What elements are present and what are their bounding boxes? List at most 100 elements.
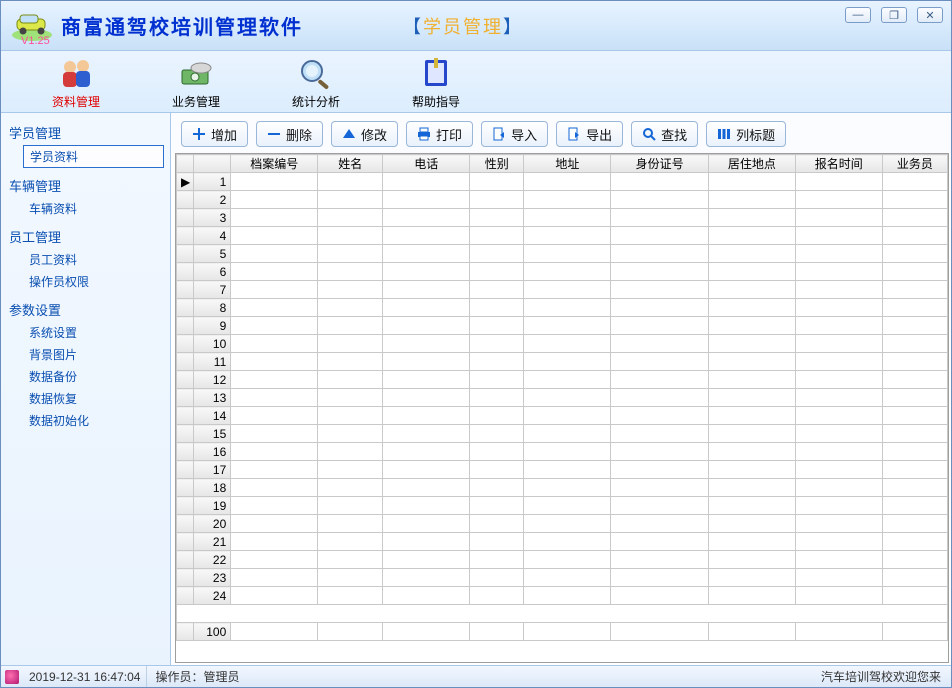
grid-cell[interactable]: [795, 443, 882, 461]
sidebar-item-3-1[interactable]: 背景图片: [23, 344, 164, 365]
grid-cell[interactable]: [470, 191, 524, 209]
grid-cell[interactable]: [318, 371, 383, 389]
grid-cell[interactable]: [470, 227, 524, 245]
grid-cell[interactable]: [611, 533, 709, 551]
grid-col-3[interactable]: 性别: [470, 155, 524, 173]
grid-cell[interactable]: [708, 479, 795, 497]
grid-cell[interactable]: [318, 461, 383, 479]
grid-cell[interactable]: [318, 551, 383, 569]
grid-cell[interactable]: [708, 461, 795, 479]
grid-cell[interactable]: [318, 281, 383, 299]
table-row[interactable]: 18: [177, 479, 948, 497]
grid-cell[interactable]: [882, 443, 947, 461]
grid-col-7[interactable]: 报名时间: [795, 155, 882, 173]
grid-cell[interactable]: [318, 209, 383, 227]
table-row[interactable]: 19: [177, 497, 948, 515]
grid-cell[interactable]: [882, 551, 947, 569]
grid-cell[interactable]: [708, 353, 795, 371]
grid-cell[interactable]: [524, 227, 611, 245]
grid-cell[interactable]: [231, 623, 318, 641]
grid-cell[interactable]: [708, 425, 795, 443]
grid-cell[interactable]: [795, 317, 882, 335]
grid-cell[interactable]: [882, 623, 947, 641]
grid-cell[interactable]: [795, 479, 882, 497]
grid-cell[interactable]: [795, 587, 882, 605]
grid-cell[interactable]: [882, 425, 947, 443]
grid-cell[interactable]: [231, 407, 318, 425]
grid-cell[interactable]: [795, 461, 882, 479]
grid-cell[interactable]: [611, 353, 709, 371]
grid-cell[interactable]: [470, 335, 524, 353]
grid-cell[interactable]: [470, 623, 524, 641]
grid-cell[interactable]: [795, 515, 882, 533]
grid-cell[interactable]: [524, 209, 611, 227]
grid-cell[interactable]: [795, 371, 882, 389]
grid-cell[interactable]: [383, 335, 470, 353]
grid-cell[interactable]: [611, 263, 709, 281]
grid-cell[interactable]: [795, 533, 882, 551]
grid-cell[interactable]: [882, 569, 947, 587]
grid-cell[interactable]: [470, 281, 524, 299]
grid-cell[interactable]: [231, 317, 318, 335]
grid-cell[interactable]: [795, 299, 882, 317]
grid-cell[interactable]: [318, 443, 383, 461]
grid-cell[interactable]: [231, 533, 318, 551]
grid-cell[interactable]: [611, 281, 709, 299]
grid-cell[interactable]: [795, 389, 882, 407]
grid-cell[interactable]: [318, 263, 383, 281]
grid-cell[interactable]: [318, 569, 383, 587]
grid-cell[interactable]: [524, 497, 611, 515]
table-row[interactable]: 8: [177, 299, 948, 317]
grid-cell[interactable]: [611, 245, 709, 263]
grid-cell[interactable]: [318, 299, 383, 317]
grid-cell[interactable]: [611, 569, 709, 587]
grid-cell[interactable]: [231, 335, 318, 353]
window-maximize-button[interactable]: ❐: [881, 7, 907, 23]
grid-cell[interactable]: [231, 299, 318, 317]
table-row[interactable]: 2: [177, 191, 948, 209]
sidebar-item-1-0[interactable]: 车辆资料: [23, 198, 164, 219]
sidebar-item-2-0[interactable]: 员工资料: [23, 249, 164, 270]
grid-cell[interactable]: [524, 245, 611, 263]
grid-cell[interactable]: [383, 533, 470, 551]
grid-cell[interactable]: [318, 533, 383, 551]
table-row[interactable]: ▶1: [177, 173, 948, 191]
grid-cell[interactable]: [524, 389, 611, 407]
sidebar-group-3[interactable]: 参数设置: [7, 298, 164, 321]
grid-cell[interactable]: [524, 425, 611, 443]
table-row[interactable]: 12: [177, 371, 948, 389]
grid-cell[interactable]: [383, 515, 470, 533]
grid-cell[interactable]: [611, 389, 709, 407]
grid-cell[interactable]: [611, 191, 709, 209]
grid-cell[interactable]: [795, 551, 882, 569]
grid-cell[interactable]: [383, 317, 470, 335]
grid-cell[interactable]: [611, 497, 709, 515]
grid-cell[interactable]: [611, 425, 709, 443]
grid-cell[interactable]: [524, 407, 611, 425]
grid-cell[interactable]: [524, 515, 611, 533]
grid-cell[interactable]: [470, 173, 524, 191]
grid-cell[interactable]: [470, 515, 524, 533]
grid-cell[interactable]: [383, 443, 470, 461]
grid-cell[interactable]: [882, 209, 947, 227]
grid-cell[interactable]: [524, 281, 611, 299]
main-tab-2[interactable]: 统计分析: [281, 55, 351, 110]
grid-cell[interactable]: [318, 173, 383, 191]
main-tab-3[interactable]: 帮助指导: [401, 55, 471, 110]
grid-cell[interactable]: [524, 623, 611, 641]
grid-cell[interactable]: [318, 317, 383, 335]
grid-cell[interactable]: [708, 245, 795, 263]
grid-cell[interactable]: [611, 587, 709, 605]
table-row[interactable]: 14: [177, 407, 948, 425]
grid-cell[interactable]: [708, 209, 795, 227]
action-search-button[interactable]: 查找: [631, 121, 698, 147]
grid-cell[interactable]: [611, 551, 709, 569]
sidebar-item-2-1[interactable]: 操作员权限: [23, 271, 164, 292]
grid-cell[interactable]: [882, 299, 947, 317]
grid-cell[interactable]: [383, 173, 470, 191]
grid-cell[interactable]: [231, 551, 318, 569]
main-tab-1[interactable]: 业务管理: [161, 55, 231, 110]
grid-cell[interactable]: [470, 551, 524, 569]
grid-cell[interactable]: [708, 173, 795, 191]
table-row[interactable]: 9: [177, 317, 948, 335]
